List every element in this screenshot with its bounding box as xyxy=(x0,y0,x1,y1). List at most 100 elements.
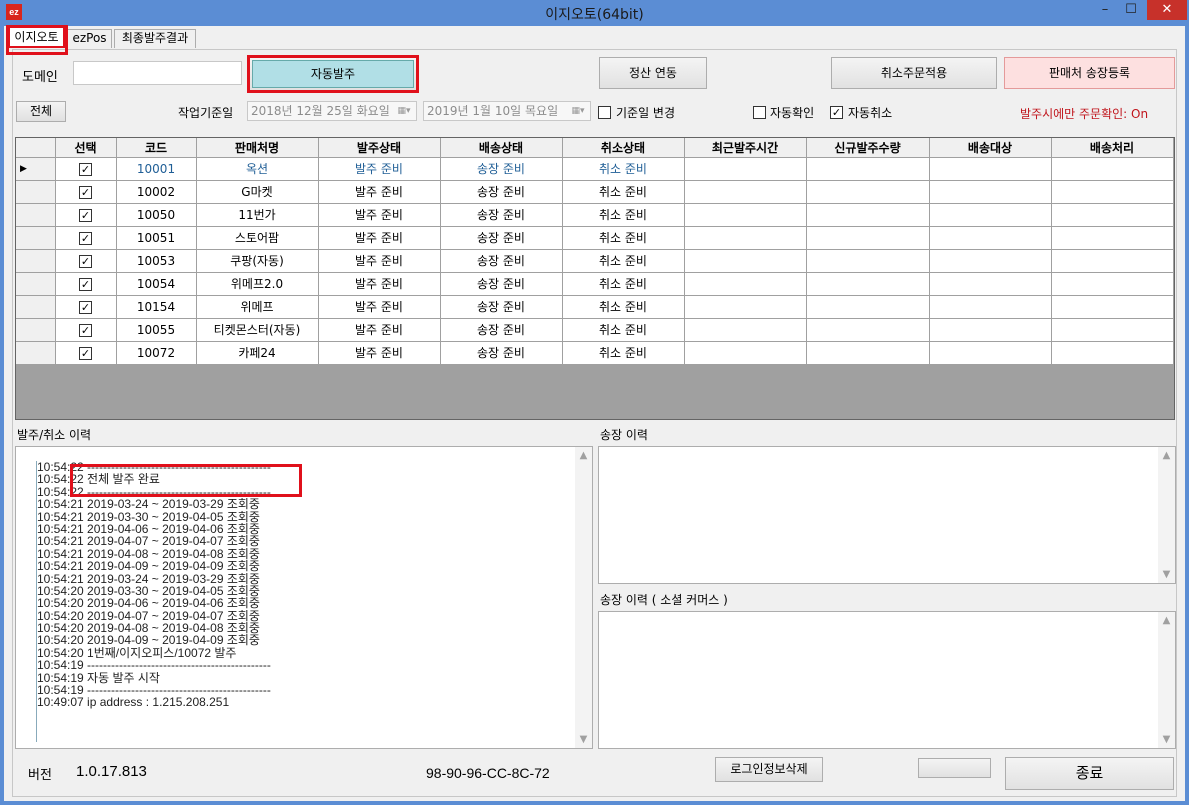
cell-shipping-processing[interactable] xyxy=(1051,180,1174,204)
cell-order-status[interactable]: 발주 준비 xyxy=(318,157,441,181)
cell-last-order-time[interactable] xyxy=(684,203,807,227)
cell-shipping-target[interactable] xyxy=(929,341,1052,365)
scroll-down-icon[interactable]: ▼ xyxy=(575,731,592,748)
row-header[interactable] xyxy=(16,318,56,342)
calendar-dropdown-icon[interactable]: ▦▾ xyxy=(568,104,588,118)
auto-cancel-checkbox[interactable]: ✓ xyxy=(830,106,843,119)
cell-order-status[interactable]: 발주 준비 xyxy=(318,272,441,296)
cell-code[interactable]: 10001 xyxy=(116,157,197,181)
cell-order-status[interactable]: 발주 준비 xyxy=(318,226,441,250)
cell-last-order-time[interactable] xyxy=(684,226,807,250)
cell-seller-name[interactable]: 옥션 xyxy=(196,157,319,181)
cell-new-order-qty[interactable] xyxy=(806,341,930,365)
social-invoice-log[interactable]: ▲ ▼ xyxy=(598,611,1176,749)
cell-shipping-processing[interactable] xyxy=(1051,157,1174,181)
cell-shipping-status[interactable]: 송장 준비 xyxy=(440,295,563,319)
col-last-order-time[interactable]: 최근발주시간 xyxy=(684,138,807,158)
scroll-up-icon[interactable]: ▲ xyxy=(575,447,592,464)
cell-shipping-processing[interactable] xyxy=(1051,226,1174,250)
row-header[interactable] xyxy=(16,295,56,319)
cell-last-order-time[interactable] xyxy=(684,180,807,204)
cell-shipping-processing[interactable] xyxy=(1051,341,1174,365)
cell-shipping-target[interactable] xyxy=(929,318,1052,342)
cell-cancel-status[interactable]: 취소 준비 xyxy=(562,226,685,250)
cell-seller-name[interactable]: 11번가 xyxy=(196,203,319,227)
cell-shipping-target[interactable] xyxy=(929,203,1052,227)
date-from-picker[interactable]: 2018년 12월 25일 화요일 ▦▾ xyxy=(247,101,417,121)
cell-shipping-target[interactable] xyxy=(929,226,1052,250)
row-header[interactable] xyxy=(16,341,56,365)
cell-code[interactable]: 10154 xyxy=(116,295,197,319)
table-row[interactable]: ✓ 10055 티켓몬스터(자동) 발주 준비 송장 준비 취소 준비 xyxy=(16,318,1174,342)
table-row[interactable]: ✓ 10072 카페24 발주 준비 송장 준비 취소 준비 xyxy=(16,341,1174,365)
row-header[interactable] xyxy=(16,180,56,204)
cell-shipping-status[interactable]: 송장 준비 xyxy=(440,341,563,365)
cell-shipping-processing[interactable] xyxy=(1051,203,1174,227)
scroll-down-icon[interactable]: ▼ xyxy=(1158,566,1175,583)
cell-code[interactable]: 10054 xyxy=(116,272,197,296)
scroll-down-icon[interactable]: ▼ xyxy=(1158,731,1175,748)
cell-shipping-processing[interactable] xyxy=(1051,249,1174,273)
row-select-checkbox[interactable]: ✓ xyxy=(55,295,117,319)
cell-shipping-processing[interactable] xyxy=(1051,295,1174,319)
cell-seller-name[interactable]: 쿠팡(자동) xyxy=(196,249,319,273)
settle-link-button[interactable]: 정산 연동 xyxy=(599,57,707,89)
cell-shipping-processing[interactable] xyxy=(1051,272,1174,296)
table-row[interactable]: ✓ 10053 쿠팡(자동) 발주 준비 송장 준비 취소 준비 xyxy=(16,249,1174,273)
col-shipping-target[interactable]: 배송대상 xyxy=(929,138,1052,158)
cell-shipping-status[interactable]: 송장 준비 xyxy=(440,157,563,181)
cell-shipping-status[interactable]: 송장 준비 xyxy=(440,272,563,296)
cell-seller-name[interactable]: G마켓 xyxy=(196,180,319,204)
row-header[interactable] xyxy=(16,249,56,273)
cell-code[interactable]: 10050 xyxy=(116,203,197,227)
table-row[interactable]: ✓ 10051 스토어팜 발주 준비 송장 준비 취소 준비 xyxy=(16,226,1174,250)
auto-order-button-frame[interactable]: 자동발주 xyxy=(247,55,419,93)
cell-order-status[interactable]: 발주 준비 xyxy=(318,341,441,365)
cell-cancel-status[interactable]: 취소 준비 xyxy=(562,157,685,181)
row-select-checkbox[interactable]: ✓ xyxy=(55,318,117,342)
scroll-up-icon[interactable]: ▲ xyxy=(1158,612,1175,629)
cell-code[interactable]: 10055 xyxy=(116,318,197,342)
maximize-button[interactable]: ☐ xyxy=(1118,0,1144,20)
cancel-order-apply-button[interactable]: 취소주문적용 xyxy=(831,57,997,89)
cell-cancel-status[interactable]: 취소 준비 xyxy=(562,249,685,273)
col-select[interactable]: 선택 xyxy=(55,138,117,158)
cell-last-order-time[interactable] xyxy=(684,249,807,273)
cell-last-order-time[interactable] xyxy=(684,157,807,181)
cell-shipping-status[interactable]: 송장 준비 xyxy=(440,318,563,342)
table-row[interactable]: ✓ 10054 위메프2.0 발주 준비 송장 준비 취소 준비 xyxy=(16,272,1174,296)
seller-invoice-register-button[interactable]: 판매처 송장등록 xyxy=(1004,57,1175,89)
cell-shipping-target[interactable] xyxy=(929,272,1052,296)
order-cancel-log[interactable]: 10:54:22 -------------------------------… xyxy=(15,446,593,749)
domain-input[interactable] xyxy=(73,61,242,85)
scroll-up-icon[interactable]: ▲ xyxy=(1158,447,1175,464)
cell-shipping-target[interactable] xyxy=(929,295,1052,319)
cell-seller-name[interactable]: 카페24 xyxy=(196,341,319,365)
invoice-log[interactable]: ▲ ▼ xyxy=(598,446,1176,584)
col-cancel-status[interactable]: 취소상태 xyxy=(562,138,685,158)
cell-cancel-status[interactable]: 취소 준비 xyxy=(562,295,685,319)
auto-confirm-checkbox[interactable] xyxy=(753,106,766,119)
cell-code[interactable]: 10053 xyxy=(116,249,197,273)
row-select-checkbox[interactable]: ✓ xyxy=(55,180,117,204)
cell-new-order-qty[interactable] xyxy=(806,249,930,273)
row-select-checkbox[interactable]: ✓ xyxy=(55,272,117,296)
table-row[interactable]: ✓ 10154 위메프 발주 준비 송장 준비 취소 준비 xyxy=(16,295,1174,319)
minimize-button[interactable]: – xyxy=(1092,0,1118,20)
cell-new-order-qty[interactable] xyxy=(806,318,930,342)
cell-new-order-qty[interactable] xyxy=(806,226,930,250)
cell-seller-name[interactable]: 위메프2.0 xyxy=(196,272,319,296)
cell-last-order-time[interactable] xyxy=(684,295,807,319)
social-invoice-log-scrollbar[interactable]: ▲ ▼ xyxy=(1158,612,1175,748)
change-base-date-checkbox[interactable] xyxy=(598,106,611,119)
order-log-scrollbar[interactable]: ▲ ▼ xyxy=(575,447,592,748)
cell-new-order-qty[interactable] xyxy=(806,180,930,204)
col-shipping-processing[interactable]: 배송처리 xyxy=(1051,138,1174,158)
cell-shipping-status[interactable]: 송장 준비 xyxy=(440,180,563,204)
table-row[interactable]: ▶ ✓ 10001 옥션 발주 준비 송장 준비 취소 준비 xyxy=(16,157,1174,181)
cell-last-order-time[interactable] xyxy=(684,341,807,365)
cell-shipping-target[interactable] xyxy=(929,157,1052,181)
cell-new-order-qty[interactable] xyxy=(806,272,930,296)
row-select-checkbox[interactable]: ✓ xyxy=(55,157,117,181)
row-select-checkbox[interactable]: ✓ xyxy=(55,249,117,273)
